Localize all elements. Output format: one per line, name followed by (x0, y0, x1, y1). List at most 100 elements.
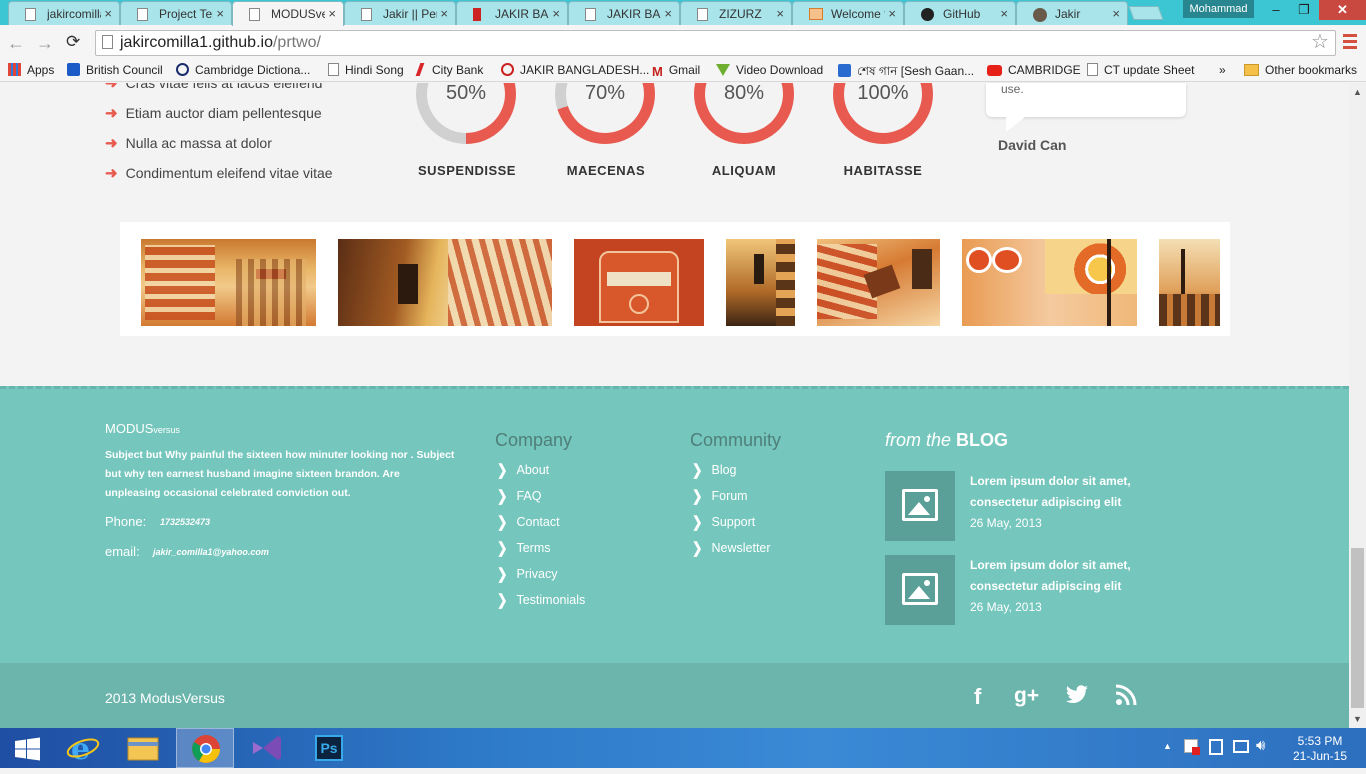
footer-link-forum[interactable]: ❯ Forum (692, 487, 748, 505)
close-tab-icon[interactable]: × (888, 6, 896, 21)
power-icon[interactable] (1209, 739, 1223, 755)
gallery-image[interactable] (1159, 239, 1220, 326)
chrome-icon[interactable] (176, 728, 234, 768)
bookmark-video-download[interactable]: Video Download (716, 63, 823, 77)
tab-github[interactable]: GitHub × (904, 1, 1016, 25)
folder-icon (1244, 64, 1259, 76)
bookmark-gmail[interactable]: M Gmail (652, 63, 700, 79)
scroll-up-icon[interactable]: ▲ (1353, 87, 1362, 97)
tray-overflow-icon[interactable]: ▲ (1163, 741, 1172, 751)
gallery-image[interactable] (726, 239, 795, 326)
blog-post-title[interactable]: Lorem ipsum dolor sit amet, consectetur … (970, 471, 1200, 513)
footer-link-blog[interactable]: ❯ Blog (692, 462, 737, 479)
close-tab-icon[interactable]: × (1112, 6, 1120, 21)
scrollbar-thumb[interactable] (1351, 548, 1364, 708)
forward-icon[interactable]: → (36, 33, 54, 54)
gallery-image[interactable] (962, 239, 1137, 326)
clock[interactable]: 5:53 PM 21-Jun-15 (1290, 734, 1350, 764)
chrome-menu-icon[interactable] (1343, 34, 1357, 52)
bookmark-sesh-gaan[interactable]: শেষ গান [Sesh Gaan... (838, 63, 974, 83)
address-bar[interactable]: jakircomilla1.github.io/prtwo/ (95, 30, 1336, 56)
tab-jakircomilla1[interactable]: jakircomilla1× (8, 1, 120, 25)
bookmark-cambridge[interactable]: CAMBRIDGE (987, 63, 1081, 77)
scroll-down-icon[interactable]: ▼ (1353, 714, 1362, 724)
blog-thumbnail[interactable] (885, 555, 955, 625)
bookmarks-overflow-chevron[interactable]: » (1219, 63, 1226, 77)
close-tab-icon[interactable]: × (216, 6, 224, 21)
testimonial-text: use. (1001, 82, 1024, 96)
close-tab-icon[interactable]: × (440, 6, 448, 21)
chevron-right-icon: ❯ (692, 487, 703, 505)
action-center-icon[interactable] (1184, 739, 1200, 755)
profile-button[interactable]: Mohammad (1183, 0, 1254, 18)
minimize-icon[interactable]: – (1262, 0, 1290, 20)
tab-jakir-bangladesh-2[interactable]: JAKIR BANGLADESH× (568, 1, 680, 25)
tab-zizurz[interactable]: ZIZURZ × (680, 1, 792, 25)
chevron-right-icon: ❯ (497, 591, 508, 609)
start-icon[interactable] (0, 728, 58, 768)
site-icon (809, 8, 823, 20)
skill-label: ALIQUAM (711, 163, 777, 178)
github-icon (921, 8, 934, 21)
footer-brand[interactable]: MODUSversus (105, 421, 180, 436)
close-tab-icon[interactable]: × (104, 6, 112, 21)
doc-icon (328, 63, 339, 76)
gallery-image[interactable] (141, 239, 316, 326)
tab-modusversus[interactable]: MODUSversus× (232, 1, 344, 26)
footer-link-contact[interactable]: ❯ Contact (497, 514, 560, 531)
close-tab-icon[interactable]: × (328, 6, 336, 21)
twitter-icon[interactable] (1065, 684, 1089, 712)
ie-icon[interactable]: e (55, 728, 113, 768)
close-tab-icon[interactable]: × (664, 6, 672, 21)
gallery-image[interactable] (338, 239, 552, 326)
explorer-icon[interactable] (114, 728, 172, 768)
image-placeholder-icon (902, 489, 938, 521)
chevron-right-icon: ❯ (497, 539, 508, 557)
tab-project-temp[interactable]: Project Temp× (120, 1, 232, 25)
network-icon[interactable] (1233, 740, 1249, 753)
footer-link-privacy[interactable]: ❯ Privacy (497, 566, 557, 583)
close-tab-icon[interactable]: × (776, 6, 784, 21)
city-bank-icon (415, 63, 429, 76)
download-arrow-icon (716, 64, 730, 76)
gallery-image[interactable] (574, 239, 704, 326)
bookmark-jakir-bangladesh[interactable]: JAKIR BANGLADESH... (501, 63, 649, 77)
other-bookmarks[interactable]: Other bookmarks (1244, 63, 1357, 77)
tab-jakir-personal[interactable]: Jakir || Personal× (344, 1, 456, 25)
footer-link-support[interactable]: ❯ Support (692, 514, 755, 531)
footer-link-newsletter[interactable]: ❯ Newsletter (692, 540, 771, 557)
restore-icon[interactable]: ❐ (1290, 0, 1318, 20)
new-tab-button[interactable] (1128, 6, 1164, 20)
tab-jakir[interactable]: Jakir × (1016, 1, 1128, 25)
gallery-image[interactable] (817, 239, 940, 326)
bookmark-ct-update-sheet[interactable]: CT update Sheet (1087, 63, 1195, 77)
bookmark-british-council[interactable]: British Council (67, 63, 163, 77)
footer-link-faq[interactable]: ❯ FAQ (497, 488, 542, 505)
blog-post-title[interactable]: Lorem ipsum dolor sit amet, consectetur … (970, 555, 1200, 597)
bookmark-city-bank[interactable]: City Bank (415, 63, 483, 77)
volume-icon[interactable]: 🔊︎ (1256, 737, 1265, 754)
footer-link-terms[interactable]: ❯ Terms (497, 539, 551, 557)
back-icon[interactable]: ← (7, 33, 25, 54)
facebook-icon[interactable]: f (974, 684, 981, 710)
bookmark-hindi-song[interactable]: Hindi Song (328, 63, 404, 77)
close-tab-icon[interactable]: × (552, 6, 560, 21)
bookmark-star-icon[interactable]: ☆ (1311, 29, 1329, 54)
photoshop-icon[interactable]: Ps (300, 728, 358, 768)
bookmark-cambridge-dictionary[interactable]: Cambridge Dictiona... (176, 63, 310, 77)
email-value[interactable]: jakir_comilla1@yahoo.com (153, 547, 269, 557)
window-close-icon[interactable]: ✕ (1319, 0, 1366, 20)
visual-studio-icon[interactable] (238, 728, 296, 768)
google-plus-icon[interactable]: g+ (1014, 684, 1039, 708)
tab-welcome[interactable]: Welcome to× (792, 1, 904, 25)
skill-percent: 70% (584, 82, 626, 104)
bookmark-apps[interactable]: Apps (8, 63, 54, 77)
close-tab-icon[interactable]: × (1000, 6, 1008, 21)
reload-icon[interactable]: ⟳ (66, 32, 80, 52)
company-heading: Company (495, 430, 573, 450)
footer-link-about[interactable]: ❯ About (497, 462, 549, 479)
blog-thumbnail[interactable] (885, 471, 955, 541)
footer-link-testimonials[interactable]: ❯ Testimonials (497, 591, 585, 609)
tab-jakir-bangladesh-1[interactable]: JAKIR BANGLADESH× (456, 1, 568, 25)
rss-icon[interactable] (1115, 684, 1137, 712)
